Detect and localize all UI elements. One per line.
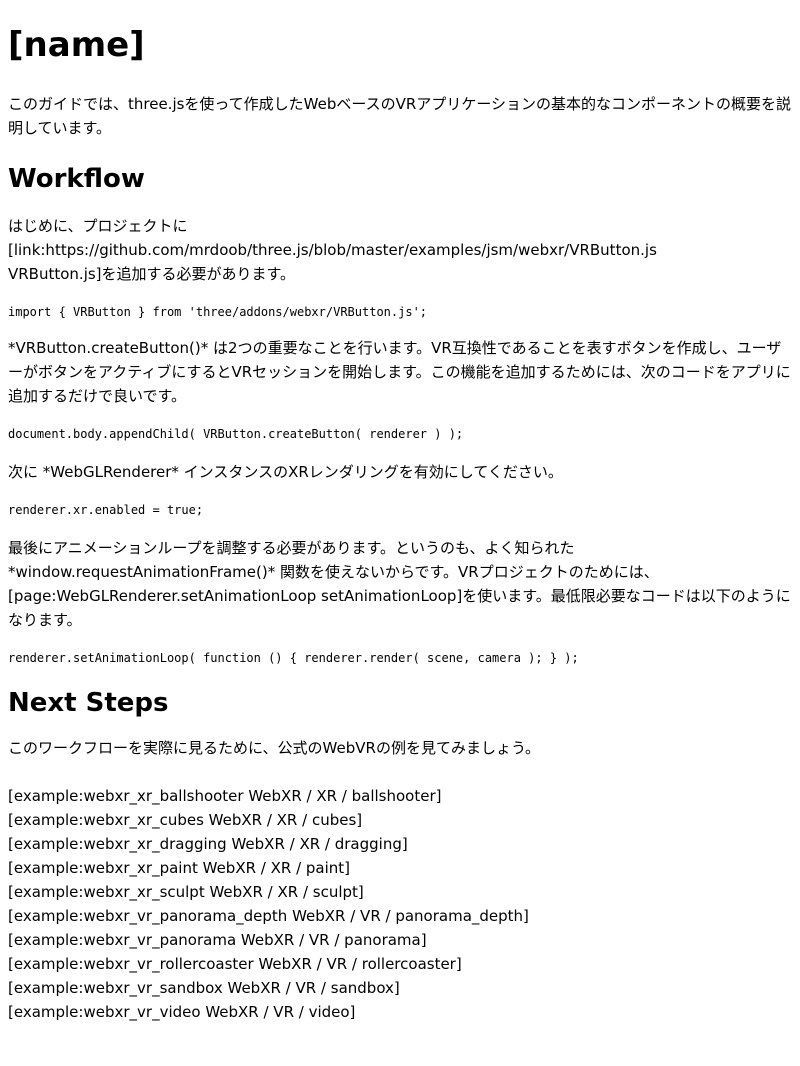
workflow-paragraph-1: はじめに、プロジェクトに [link:https://github.com/mr… xyxy=(8,217,657,283)
examples-list: [example:webxr_xr_ballshooter WebXR / XR… xyxy=(8,784,800,1024)
code-xr-enabled: renderer.xr.enabled = true; xyxy=(8,503,204,517)
document-page: [name] このガイドでは、three.jsを使って作成したWebベースのVR… xyxy=(0,0,800,1024)
page-title: [name] xyxy=(8,25,145,65)
intro-paragraph: このガイドでは、three.jsを使って作成したWebベースのVRアプリケーショ… xyxy=(8,95,792,137)
code-import: import { VRButton } from 'three/addons/w… xyxy=(8,305,428,319)
example-link[interactable]: [example:webxr_vr_panorama_depth WebXR /… xyxy=(8,904,800,928)
example-link[interactable]: [example:webxr_vr_rollercoaster WebXR / … xyxy=(8,952,800,976)
example-link[interactable]: [example:webxr_xr_sculpt WebXR / XR / sc… xyxy=(8,880,800,904)
example-link[interactable]: [example:webxr_xr_dragging WebXR / XR / … xyxy=(8,832,800,856)
workflow-paragraph-3: 次に *WebGLRenderer* インスタンスのXRレンダリングを有効にして… xyxy=(8,463,563,481)
example-link[interactable]: [example:webxr_vr_video WebXR / VR / vid… xyxy=(8,1000,800,1024)
workflow-paragraph-2: *VRButton.createButton()* は2つの重要なことを行います… xyxy=(8,339,791,405)
example-link[interactable]: [example:webxr_xr_cubes WebXR / XR / cub… xyxy=(8,808,800,832)
next-steps-heading: Next Steps xyxy=(8,688,169,718)
workflow-paragraph-4: 最後にアニメーションループを調整する必要があります。というのも、よく知られた *… xyxy=(8,539,791,629)
example-link[interactable]: [example:webxr_xr_ballshooter WebXR / XR… xyxy=(8,784,800,808)
example-link[interactable]: [example:webxr_xr_paint WebXR / XR / pai… xyxy=(8,856,800,880)
next-steps-paragraph: このワークフローを実際に見るために、公式のWebVRの例を見てみましょう。 xyxy=(8,739,541,757)
code-append-button: document.body.appendChild( VRButton.crea… xyxy=(8,427,464,441)
workflow-heading: Workflow xyxy=(8,164,145,194)
code-animation-loop: renderer.setAnimationLoop( function () {… xyxy=(8,651,579,665)
example-link[interactable]: [example:webxr_vr_panorama WebXR / VR / … xyxy=(8,928,800,952)
example-link[interactable]: [example:webxr_vr_sandbox WebXR / VR / s… xyxy=(8,976,800,1000)
